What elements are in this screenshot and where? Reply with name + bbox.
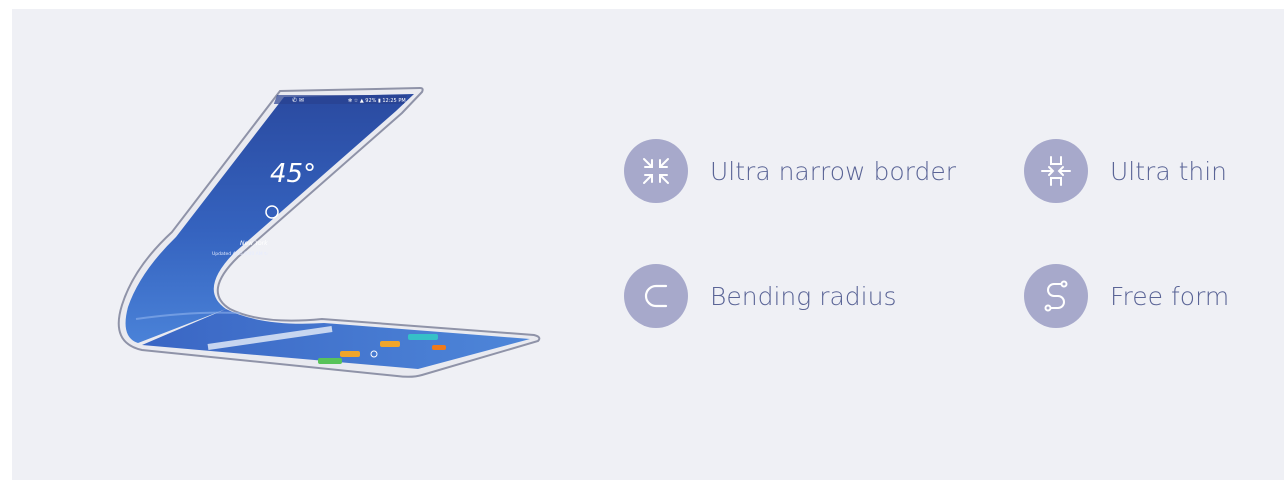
status-right: ✻ ☆ ▲ 92% ▮ 12:25 PM	[348, 98, 406, 104]
updated-text: Updated 4/15 9:00 AM ↻	[212, 251, 268, 257]
feature-free-form: Free form	[1024, 264, 1229, 328]
feature-label: Ultra thin	[1110, 156, 1228, 186]
feature-bending-radius: Bending radius	[624, 264, 897, 328]
bending-radius-icon	[624, 264, 688, 328]
app-chip	[432, 345, 446, 350]
app-chip	[380, 341, 400, 347]
app-chip	[408, 334, 438, 340]
free-form-icon	[1024, 264, 1088, 328]
ultra-narrow-border-icon	[624, 139, 688, 203]
feature-ultra-narrow-border: Ultra narrow border	[624, 139, 956, 203]
app-chip	[318, 358, 342, 364]
feature-label: Free form	[1110, 281, 1230, 311]
ultra-thin-icon	[1024, 139, 1088, 203]
temperature-readout: 45°	[270, 159, 316, 189]
foldable-phone-illustration: ✆ ✉ ✻ ☆ ▲ 92% ▮ 12:25 PM 45° New York Up…	[117, 87, 541, 378]
status-left: ✆ ✉	[292, 97, 304, 104]
feature-panel: ✆ ✉ ✻ ☆ ▲ 92% ▮ 12:25 PM 45° New York Up…	[12, 9, 1284, 480]
city-name: New York	[240, 240, 268, 247]
feature-label: Bending radius	[710, 281, 897, 311]
feature-label: Ultra narrow border	[710, 156, 956, 186]
app-chip	[340, 351, 360, 357]
feature-ultra-thin: Ultra thin	[1024, 139, 1227, 203]
